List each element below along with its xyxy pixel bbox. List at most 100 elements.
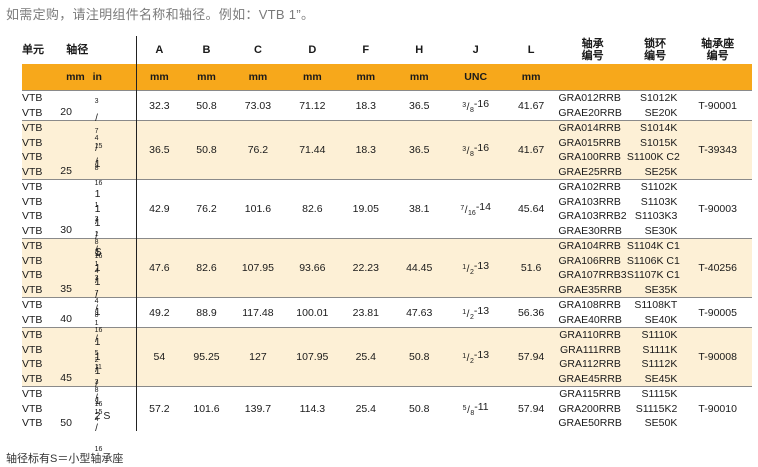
- ring-number: S1104K C1: [626, 240, 680, 252]
- dim-B: 82.6: [196, 262, 217, 274]
- dim-C: 139.7: [244, 402, 272, 415]
- ring-number: S1103K: [640, 195, 678, 208]
- fraction-numerator: 1: [94, 319, 99, 327]
- bearing-cell: GRA104RRB GRA106RRB GRA107RRB3 GRAE35RRB: [558, 239, 627, 298]
- inch-whole: 1: [94, 158, 101, 171]
- table-row: VTB VTB VTB VTB 35 1 1/4 1 3/8 1 7/16 47.6 82.6 107.9…: [22, 238, 752, 334]
- unit-label: VTB: [22, 254, 43, 267]
- dim-L: 57.94: [517, 402, 545, 415]
- table-row: VTB VTB VTB VTB 30 1 1/8 1 3/16 1 1/4 S 42.9 76.2 101…: [22, 179, 752, 275]
- inch-whole: 1: [94, 350, 101, 363]
- ring-number: SE35K: [644, 283, 678, 296]
- dim-J: 1/2 -13: [447, 239, 503, 298]
- bearing-cell: GRA115RRB GRA200RRB GRAE50RRB: [558, 387, 627, 431]
- ring-stack: S1012K SE20K: [627, 91, 683, 120]
- shaft-inch: 1 1/4 S: [95, 216, 137, 275]
- ring-number: S1103K3: [634, 210, 678, 222]
- housing-number: T-40256: [698, 262, 737, 274]
- shaft-mm-cell: 25: [58, 121, 92, 180]
- ring-stack: S1108KT SE40K: [627, 298, 683, 327]
- fraction: 5/8: [463, 405, 475, 417]
- shaft-inch: 1 3/8: [94, 261, 137, 320]
- shaft-inch: 1 15/16: [95, 394, 137, 453]
- unit-cell: VTB VTB VTB VTB: [22, 328, 58, 387]
- unit-stack: VTB VTB VTB VTB: [22, 180, 58, 238]
- shaft-inch: 1 3/16: [95, 202, 137, 261]
- inch-stack: 1 5/8 1 11/16 1 3/4: [93, 335, 137, 423]
- bearing-stack: GRA108RRB GRAE40RRB: [558, 298, 627, 327]
- fraction-numerator: 1: [462, 308, 467, 316]
- ring-number: S1110K: [641, 329, 678, 341]
- ring-number: S1107K C1: [626, 269, 680, 281]
- ring-number: S1111K: [642, 343, 678, 356]
- bearing-number: GRA110RRB: [559, 329, 621, 341]
- order-instruction: 如需定购，请注明组件名称和轴径。例如：VTB 1”。: [6, 7, 315, 22]
- housing-number: T-90005: [698, 306, 737, 319]
- unit-cell: VTB VTB: [22, 298, 58, 328]
- dim-A: 47.6: [149, 262, 170, 274]
- ring-number: S1115K: [641, 388, 678, 400]
- fraction-slash: /: [95, 423, 98, 435]
- units-C: mm: [231, 64, 285, 91]
- dim-H: 50.8: [408, 351, 430, 363]
- ring-number: S1115K2: [635, 402, 678, 415]
- fraction-numerator: 1: [94, 230, 99, 238]
- fraction: 1/4: [94, 230, 137, 275]
- ring-stack: S1104K C1 S1106K C1 S1107K C1 SE35K: [627, 239, 683, 297]
- fraction-denominator: 16: [94, 179, 103, 187]
- shaft-inch: 1 1/2: [95, 305, 137, 364]
- inch-whole: 1: [94, 261, 101, 274]
- header-ring-line2: 编号: [644, 50, 667, 62]
- table-row: VTB VTB 20 3/4 32.3 50.8 73.03 71.12 18.3 36.5 3/8…: [22, 90, 752, 142]
- dim-B: 95.25: [193, 351, 220, 363]
- table-body: VTB VTB 20 3/4 32.3 50.8 73.03 71.12 18.3 36.5 3/8…: [22, 90, 752, 453]
- header-unit: 单元: [22, 44, 44, 56]
- header-ring: 锁环 编号: [627, 36, 683, 64]
- unit-label: VTB: [22, 417, 43, 429]
- units-mm: mm: [58, 64, 93, 91]
- header-bearing-line2: 编号: [581, 50, 604, 62]
- dim-D: 114.3: [299, 402, 326, 415]
- inch-whole: 2 S: [94, 409, 111, 422]
- dim-J: 3/8 -16: [447, 121, 503, 180]
- header-B: B: [202, 44, 211, 56]
- units-unit-cell: [22, 64, 59, 91]
- dim-C: 76.2: [247, 144, 269, 156]
- ring-stack: S1115K S1115K2 SE50K: [627, 387, 683, 431]
- thread-pitch: -13: [473, 260, 490, 272]
- unit-cell: VTB VTB: [22, 91, 58, 121]
- thread-pitch: -13: [473, 304, 490, 317]
- ring-number: SE30K: [644, 224, 678, 237]
- dim-D: 71.44: [299, 144, 326, 156]
- shaft-mm: 30: [60, 224, 72, 236]
- fraction: 1/2: [94, 319, 137, 364]
- units-bearing: [558, 64, 627, 91]
- dim-B: 88.9: [196, 306, 217, 319]
- bearing-stack: GRA102RRB GRA103RRB GRA103RRB2 GRAE30RRB: [558, 180, 627, 238]
- bearing-number: GRA112RRB: [559, 358, 621, 370]
- unit-cell: VTB VTB VTB VTB: [22, 239, 58, 298]
- unit-label: VTB: [22, 224, 43, 237]
- unit-label: VTB: [22, 372, 43, 385]
- dim-H: 38.1: [408, 203, 430, 215]
- bearing-number: GRAE25RRB: [558, 165, 622, 178]
- header-bearing-line1: 轴承: [581, 38, 604, 50]
- inch-whole: 1: [94, 365, 101, 378]
- inch-whole: 1: [94, 336, 101, 349]
- housing-number: T-90008: [698, 351, 737, 363]
- bearing-cell: GRA108RRB GRAE40RRB: [558, 298, 627, 328]
- unit-label: VTB: [22, 358, 43, 370]
- shaft-mm-cell: 20: [58, 91, 92, 121]
- fraction-numerator: 15: [94, 142, 103, 150]
- unit-stack: VTB VTB: [22, 91, 58, 120]
- dim-L: 41.67: [517, 99, 545, 112]
- unit-label: VTB: [22, 151, 43, 163]
- ring-stack: S1102K S1103K S1103K3 SE30K: [627, 180, 683, 238]
- shaft-mm: 50: [60, 416, 72, 429]
- units-F: mm: [340, 64, 391, 91]
- shaft-inch-cell: 3/4: [92, 90, 138, 142]
- bearing-number: GRA115RRB: [559, 388, 621, 400]
- unit-label: VTB: [22, 269, 43, 281]
- inch-stack: 7/8 15/16 1: [93, 128, 137, 187]
- shaft-mm: 40: [60, 313, 72, 325]
